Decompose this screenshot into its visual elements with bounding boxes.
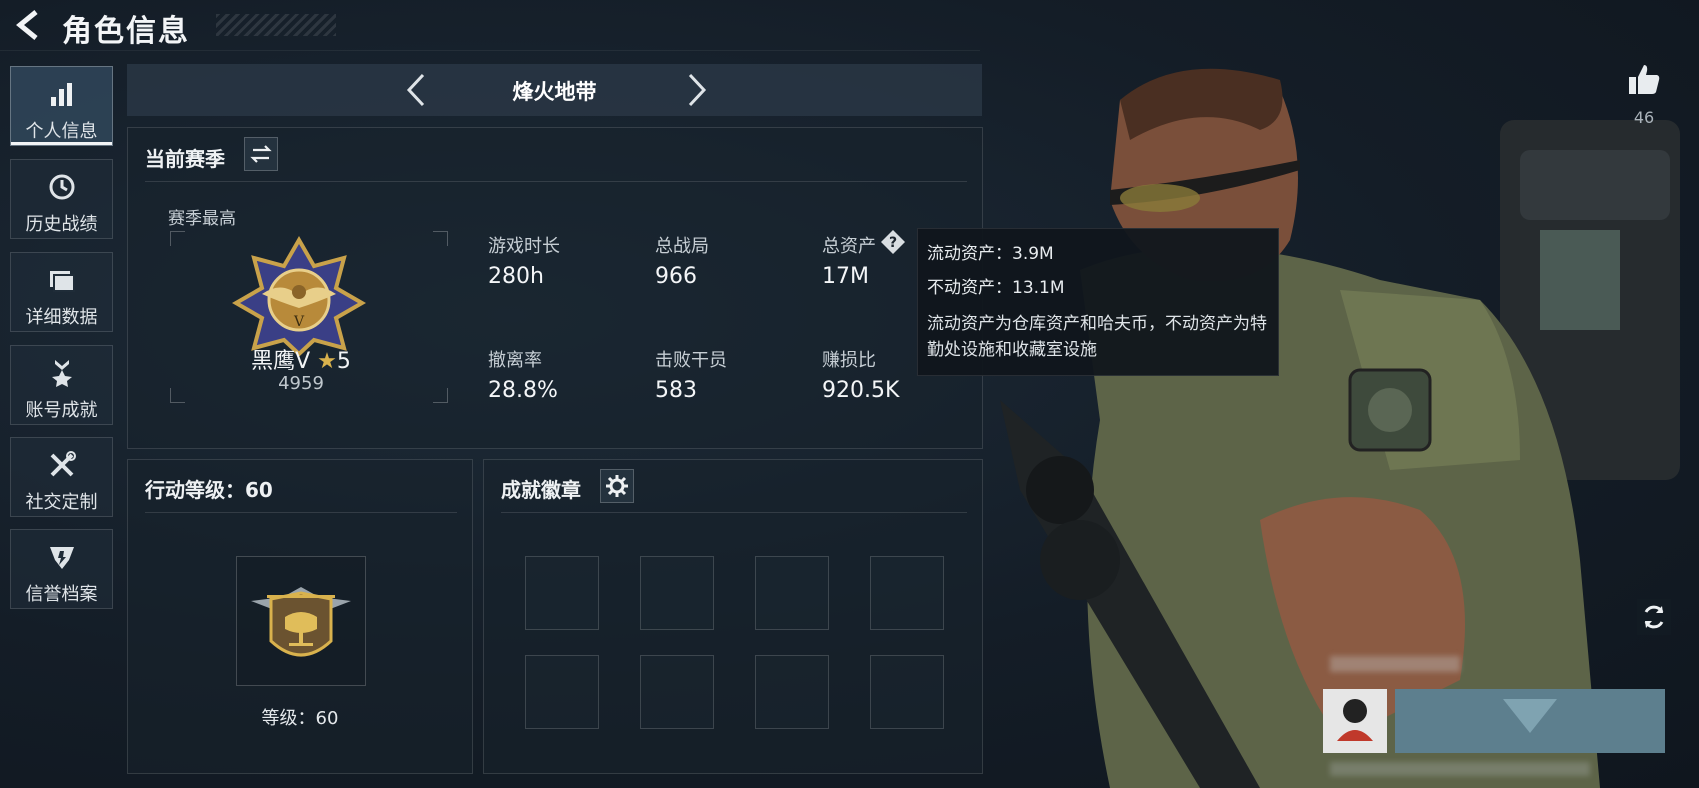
achievement-badge-panel: 成就徽章	[483, 459, 983, 774]
player-avatar	[1323, 689, 1387, 753]
rank-name: 黑鹰Ⅴ	[251, 349, 311, 374]
player-nameplate	[1395, 689, 1665, 753]
stat-label: 赚损比	[822, 350, 876, 371]
badge-settings-button[interactable]	[600, 469, 634, 503]
helicopter-level-badge-icon	[251, 587, 351, 657]
rank-name-row: 黑鹰Ⅴ ★5	[236, 343, 366, 375]
gear-icon	[606, 475, 628, 497]
stat-label: 击败干员	[655, 350, 727, 371]
badge-slot[interactable]	[525, 556, 599, 630]
tools-icon	[50, 451, 76, 477]
stat-value: 966	[655, 264, 697, 289]
bar-chart-icon	[51, 83, 72, 106]
folder-icon	[50, 271, 75, 292]
badge-slot[interactable]	[640, 556, 714, 630]
stat-label: 撤离率	[488, 350, 542, 371]
sidebar-item-label: 个人信息	[25, 121, 98, 142]
tooltip-description: 流动资产为仓库资产和哈夫币，不动资产为特勤处设施和收藏室设施	[927, 314, 1267, 360]
action-level-text: 等级：60	[261, 708, 339, 729]
sidebar-item-label: 社交定制	[25, 492, 98, 513]
level-badge-frame	[236, 556, 366, 686]
player-name-redacted	[1330, 656, 1460, 672]
frame-corner	[170, 231, 185, 246]
stat-label: 总战局	[655, 236, 709, 257]
rank-star-icon: ★	[310, 349, 337, 374]
stat-value: 28.8%	[488, 378, 558, 403]
stat-value: 583	[655, 378, 697, 403]
sidebar-item-history[interactable]: 历史战绩	[10, 159, 113, 239]
map-name: 烽火地带	[512, 80, 597, 104]
asset-tooltip: 流动资产：3.9M 不动资产：13.1M 流动资产为仓库资产和哈夫币，不动资产为…	[917, 228, 1279, 376]
rank-stars: 5	[336, 349, 351, 374]
like-thumbs-up-icon[interactable]	[1626, 62, 1662, 98]
badge-slot[interactable]	[525, 655, 599, 729]
history-clock-icon	[49, 174, 75, 200]
like-count: 46	[1633, 108, 1655, 127]
svg-text:?: ?	[889, 235, 897, 251]
frame-corner	[433, 388, 448, 403]
refresh-icon	[1644, 605, 1664, 629]
switch-season-button[interactable]	[244, 137, 278, 171]
refresh-button[interactable]	[1637, 599, 1671, 635]
page-title: 角色信息	[62, 14, 190, 49]
tooltip-liquid-assets: 流动资产：3.9M	[927, 244, 1054, 264]
header-divider	[0, 50, 980, 51]
sidebar-item-detailed-data[interactable]: 详细数据	[10, 252, 113, 332]
badge-slot[interactable]	[640, 655, 714, 729]
badge-slot[interactable]	[870, 655, 944, 729]
map-selector: 烽火地带	[127, 64, 982, 116]
sidebar-item-label: 信誉档案	[25, 584, 98, 605]
sidebar-item-social-custom[interactable]: 社交定制	[10, 437, 113, 517]
sidebar-item-account-achievement[interactable]: 账号成就	[10, 345, 113, 425]
achievement-badge-title: 成就徽章	[501, 478, 581, 502]
sidebar-item-credit-record[interactable]: 信誉档案	[10, 529, 113, 609]
badge-slot[interactable]	[870, 556, 944, 630]
frame-corner	[170, 388, 185, 403]
sidebar-item-label: 详细数据	[25, 307, 98, 328]
season-panel-title: 当前赛季	[145, 147, 225, 171]
sidebar-item-label: 历史战绩	[25, 214, 98, 235]
rank-emblem-black-hawk-icon: V	[232, 236, 366, 356]
badge-slot[interactable]	[755, 556, 829, 630]
avatar-icon	[1337, 699, 1373, 741]
season-best-label: 赛季最高	[168, 209, 236, 229]
back-arrow-icon[interactable]	[12, 8, 46, 42]
panel-divider	[501, 512, 967, 513]
rank-score: 4959	[278, 373, 324, 394]
sidebar-item-personal-info[interactable]: 个人信息	[10, 66, 113, 146]
shield-icon	[50, 547, 74, 569]
player-subtitle-redacted	[1330, 762, 1590, 776]
stat-value: 280h	[488, 264, 544, 289]
season-panel: 当前赛季 赛季最高 V 黑鹰Ⅴ ★5 4959 游戏时长 280h 总战局 96…	[127, 127, 983, 449]
panel-divider	[145, 181, 967, 182]
stat-label: 总资产	[822, 236, 876, 257]
stat-value: 17M	[822, 264, 869, 289]
sidebar-item-label: 账号成就	[25, 400, 98, 421]
achievement-medal-icon	[52, 360, 72, 387]
panel-divider	[145, 512, 457, 513]
action-level-title: 行动等级：60	[145, 478, 273, 502]
help-question-icon[interactable]: ?	[880, 229, 906, 255]
next-map-arrow-icon[interactable]	[684, 72, 710, 108]
nameplate-emblem-icon	[1503, 699, 1557, 733]
swap-arrows-icon	[250, 145, 272, 163]
stat-label: 游戏时长	[488, 236, 560, 257]
header-decoration	[216, 14, 336, 36]
action-level-panel: 行动等级：60 等级：60	[127, 459, 473, 774]
badge-slot[interactable]	[755, 655, 829, 729]
operator-character-image	[1000, 68, 1680, 788]
tooltip-fixed-assets: 不动资产：13.1M	[927, 278, 1065, 298]
svg-text:V: V	[293, 314, 305, 330]
stat-value: 920.5K	[822, 378, 900, 403]
frame-corner	[433, 231, 448, 246]
